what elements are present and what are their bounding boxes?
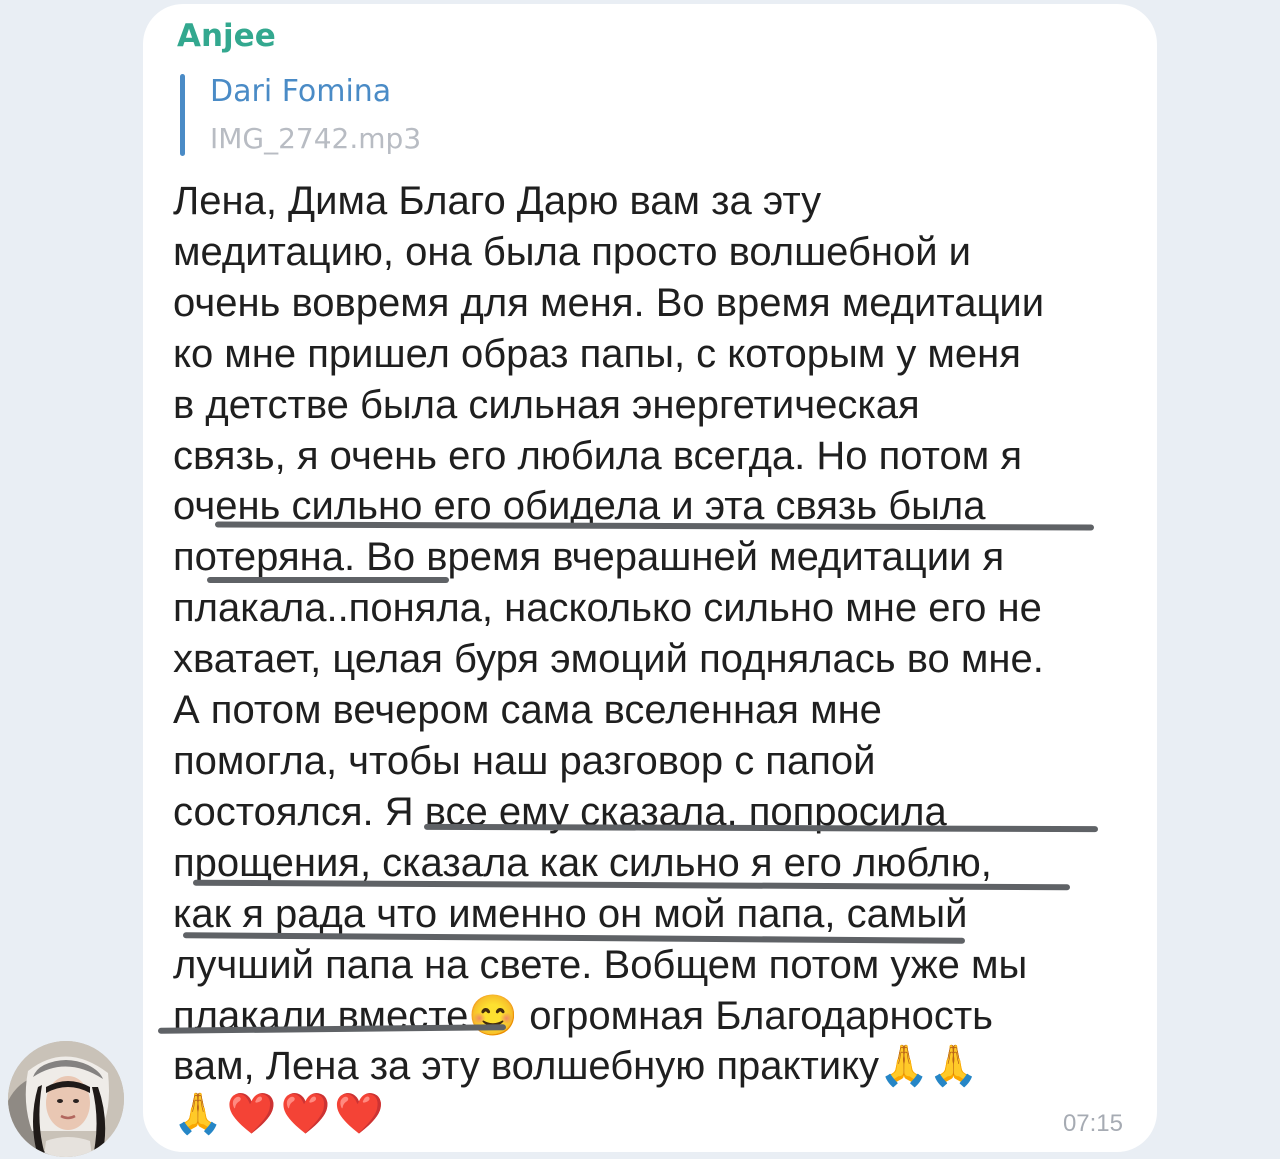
avatar-photo-icon: [8, 1041, 124, 1157]
user-avatar[interactable]: [8, 1041, 124, 1157]
underline-mark: [207, 577, 449, 583]
sender-name[interactable]: Anjee: [177, 18, 276, 54]
trailing-emojis: 🙏❤️❤️❤️: [173, 1092, 389, 1136]
message-time: 07:15: [1062, 1110, 1123, 1137]
reply-author[interactable]: Dari Fomina: [210, 74, 391, 109]
message-text: Лена, Дима Благо Дарю вам за эту медитац…: [173, 179, 1045, 1089]
message-bubble[interactable]: Anjee Dari Fomina IMG_2742.mp3 Лена, Дим…: [143, 4, 1157, 1152]
reply-quote-bar: [180, 74, 185, 156]
reply-file-name[interactable]: IMG_2742.mp3: [210, 122, 421, 155]
